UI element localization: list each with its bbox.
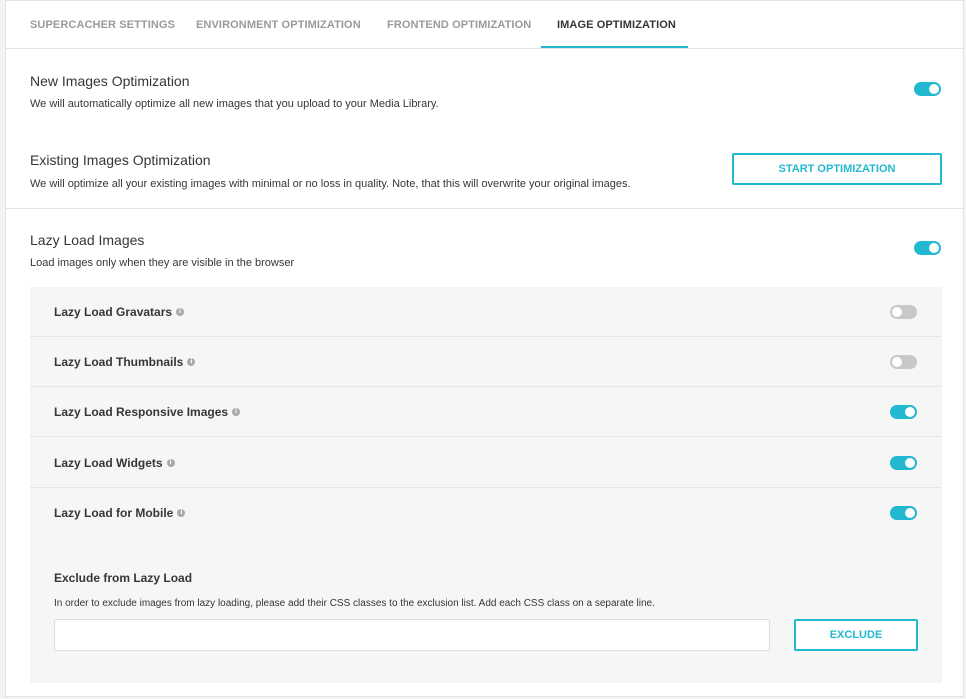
tab-image-optimization[interactable]: IMAGE OPTIMIZATION (557, 1, 676, 48)
tab-environment-optimization[interactable]: ENVIRONMENT OPTIMIZATION (196, 1, 361, 48)
lazy-load-widgets-toggle[interactable] (890, 456, 917, 470)
info-icon[interactable]: i (232, 407, 241, 416)
exclude-title: Exclude from Lazy Load (54, 571, 193, 585)
lazy-load-options-box: Lazy Load Gravatars i Lazy Load Thumbnail… (30, 287, 942, 683)
lazy-load-widgets-label: Lazy Load Widgets i (54, 438, 175, 488)
info-icon[interactable]: i (177, 508, 186, 517)
exclude-description: In order to exclude images from lazy loa… (54, 598, 655, 609)
lazy-load-widgets-row: Lazy Load Widgets i (30, 438, 942, 488)
existing-images-title: Existing Images Optimization (30, 152, 211, 168)
info-icon[interactable]: i (166, 458, 175, 467)
toggle-knob (929, 84, 939, 94)
existing-images-description: We will optimize all your existing image… (30, 178, 631, 190)
image-optimization-panel: SUPERCACHER SETTINGS ENVIRONMENT OPTIMIZ… (5, 0, 964, 697)
info-icon[interactable]: i (176, 307, 185, 316)
lazy-load-gravatars-label: Lazy Load Gravatars i (54, 287, 185, 337)
toggle-knob (905, 407, 915, 417)
lazy-load-toggle[interactable] (914, 241, 941, 255)
lazy-load-thumbnails-label: Lazy Load Thumbnails i (54, 337, 196, 387)
lazy-load-gravatars-row: Lazy Load Gravatars i (30, 287, 942, 337)
toggle-knob (905, 508, 915, 518)
exclude-css-class-input[interactable] (54, 619, 770, 651)
new-images-title: New Images Optimization (30, 73, 190, 89)
active-tab-indicator (541, 46, 688, 48)
tab-bar: SUPERCACHER SETTINGS ENVIRONMENT OPTIMIZ… (6, 1, 963, 49)
lazy-load-thumbnails-row: Lazy Load Thumbnails i (30, 337, 942, 387)
toggle-knob (929, 243, 939, 253)
lazy-load-mobile-toggle[interactable] (890, 506, 917, 520)
lazy-load-responsive-images-toggle[interactable] (890, 405, 917, 419)
new-images-toggle[interactable] (914, 82, 941, 96)
new-images-description: We will automatically optimize all new i… (30, 98, 439, 110)
toggle-knob (892, 307, 902, 317)
toggle-knob (892, 357, 902, 367)
lazy-load-responsive-images-label: Lazy Load Responsive Images i (54, 387, 241, 437)
tab-frontend-optimization[interactable]: FRONTEND OPTIMIZATION (387, 1, 531, 48)
section-divider (6, 208, 963, 209)
info-icon[interactable]: i (187, 357, 196, 366)
exclude-button[interactable]: EXCLUDE (794, 619, 918, 651)
lazy-load-mobile-row: Lazy Load for Mobile i (30, 488, 942, 538)
start-optimization-button[interactable]: START OPTIMIZATION (732, 153, 942, 185)
lazy-load-mobile-label: Lazy Load for Mobile i (54, 488, 186, 538)
lazy-load-description: Load images only when they are visible i… (30, 257, 295, 269)
tab-supercacher-settings[interactable]: SUPERCACHER SETTINGS (30, 1, 175, 48)
lazy-load-title: Lazy Load Images (30, 232, 145, 248)
lazy-load-thumbnails-toggle[interactable] (890, 355, 917, 369)
toggle-knob (905, 458, 915, 468)
lazy-load-gravatars-toggle[interactable] (890, 305, 917, 319)
lazy-load-responsive-images-row: Lazy Load Responsive Images i (30, 387, 942, 437)
